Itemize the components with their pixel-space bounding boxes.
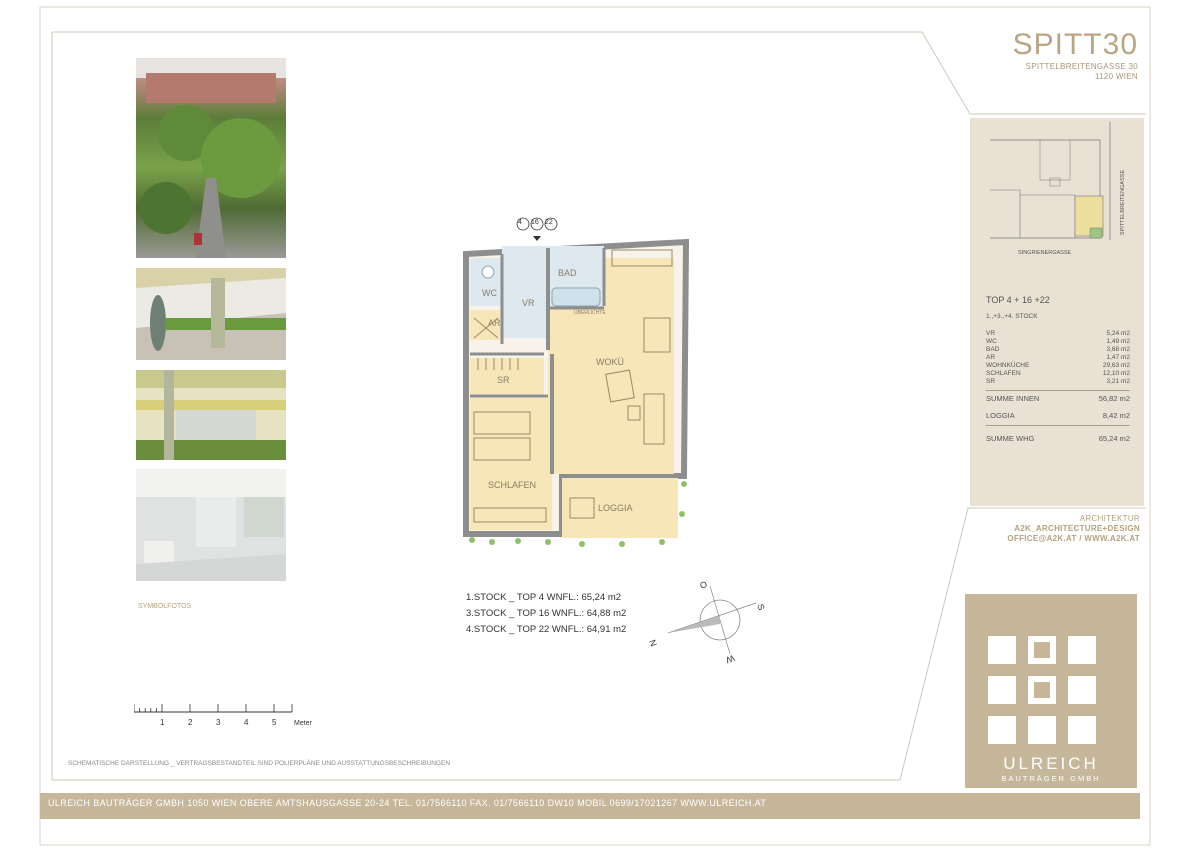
variant-line: 1.STOCK _ TOP 4 WNFL.: 65,24 m2 (466, 592, 622, 603)
unit-title: TOP 4 + 16 +22 (986, 295, 1050, 305)
sum-total-row: SUMME WHG 65,24 m2 (986, 434, 1130, 443)
brand-name: ULREICH (1003, 754, 1099, 773)
site-street-right: SPITTELBREITENGASSE (1120, 170, 1126, 236)
project-city: 1120 WIEN (1094, 72, 1138, 81)
marker-label: 4 (518, 219, 522, 226)
site-street-bottom: SINGRIENERGASSE (1018, 250, 1072, 256)
room-ueberlichte: ÜBERLICHTE (574, 310, 606, 316)
compass-icon (667, 585, 757, 655)
divider (986, 425, 1130, 426)
room-woku: WOKÜ (596, 357, 624, 367)
brand-subtitle: BAUTRÄGER GMBH (1001, 774, 1101, 783)
area-row: BAD 3,68 m2 (986, 346, 1130, 353)
photo-interior (136, 469, 286, 581)
photos-caption: SYMBOLFOTOS (138, 603, 192, 610)
photo-street (136, 58, 286, 258)
footer-contact: ULREICH BAUTRÄGER GMBH 1050 WIEN OBERE A… (48, 798, 767, 808)
disclaimer: SCHEMATISCHE DARSTELLUNG _ VERTRAGSBESTA… (68, 760, 451, 767)
variant-line: 4.STOCK _ TOP 22 WNFL.: 64,91 m2 (466, 624, 627, 635)
area-row: AR 1,47 m2 (986, 354, 1130, 361)
area-row: VR 5,24 m2 (986, 330, 1130, 337)
area-row: WC 1,49 m2 (986, 338, 1130, 345)
project-title: SPITT30 (1012, 28, 1138, 61)
room-loggia: LOGGIA (598, 503, 633, 513)
area-row: SCHLAFEN 12,10 m2 (986, 370, 1130, 377)
marker-label: 16 (531, 219, 539, 226)
room-sr: SR (497, 375, 510, 385)
scale-tick: 2 (188, 718, 193, 727)
sum-inside-row: SUMME INNEN 56,82 m2 (986, 394, 1130, 403)
marker-label: 22 (545, 219, 553, 226)
scale-unit: Meter (294, 720, 312, 727)
scale-tick: 5 (272, 718, 277, 727)
loggia-row: LOGGIA 8,42 m2 (986, 411, 1130, 420)
brand-logo (988, 636, 1096, 744)
architect-label: ARCHITEKTUR (1079, 514, 1140, 523)
photo-balcony (136, 268, 286, 360)
room-wc: WC (482, 288, 497, 298)
unit-floors: 1.,+3.,+4. STOCK (986, 313, 1038, 320)
area-row: WOHNKÜCHE 29,63 m2 (986, 362, 1130, 369)
area-row: SR 3,21 m2 (986, 378, 1130, 385)
photo-facade (136, 370, 286, 460)
room-bad: BAD (558, 268, 577, 278)
scale-bar (134, 704, 293, 713)
variant-line: 3.STOCK _ TOP 16 WNFL.: 64,88 m2 (466, 608, 627, 619)
architect-name: A2K_ARCHITECTURE+DESIGN (1014, 524, 1140, 533)
room-vr: VR (522, 298, 535, 308)
scale-tick: 3 (216, 718, 221, 727)
site-plan (990, 122, 1111, 240)
architect-contact: OFFICE@A2K.AT / WWW.A2K.AT (1007, 534, 1140, 543)
room-schlafen: SCHLAFEN (488, 480, 537, 490)
room-ar: AR (488, 318, 501, 328)
project-street: SPITTELBREITENGASSE 30 (1025, 62, 1138, 71)
divider (986, 390, 1130, 391)
scale-tick: 4 (244, 718, 249, 727)
scale-tick: 1 (160, 718, 165, 727)
